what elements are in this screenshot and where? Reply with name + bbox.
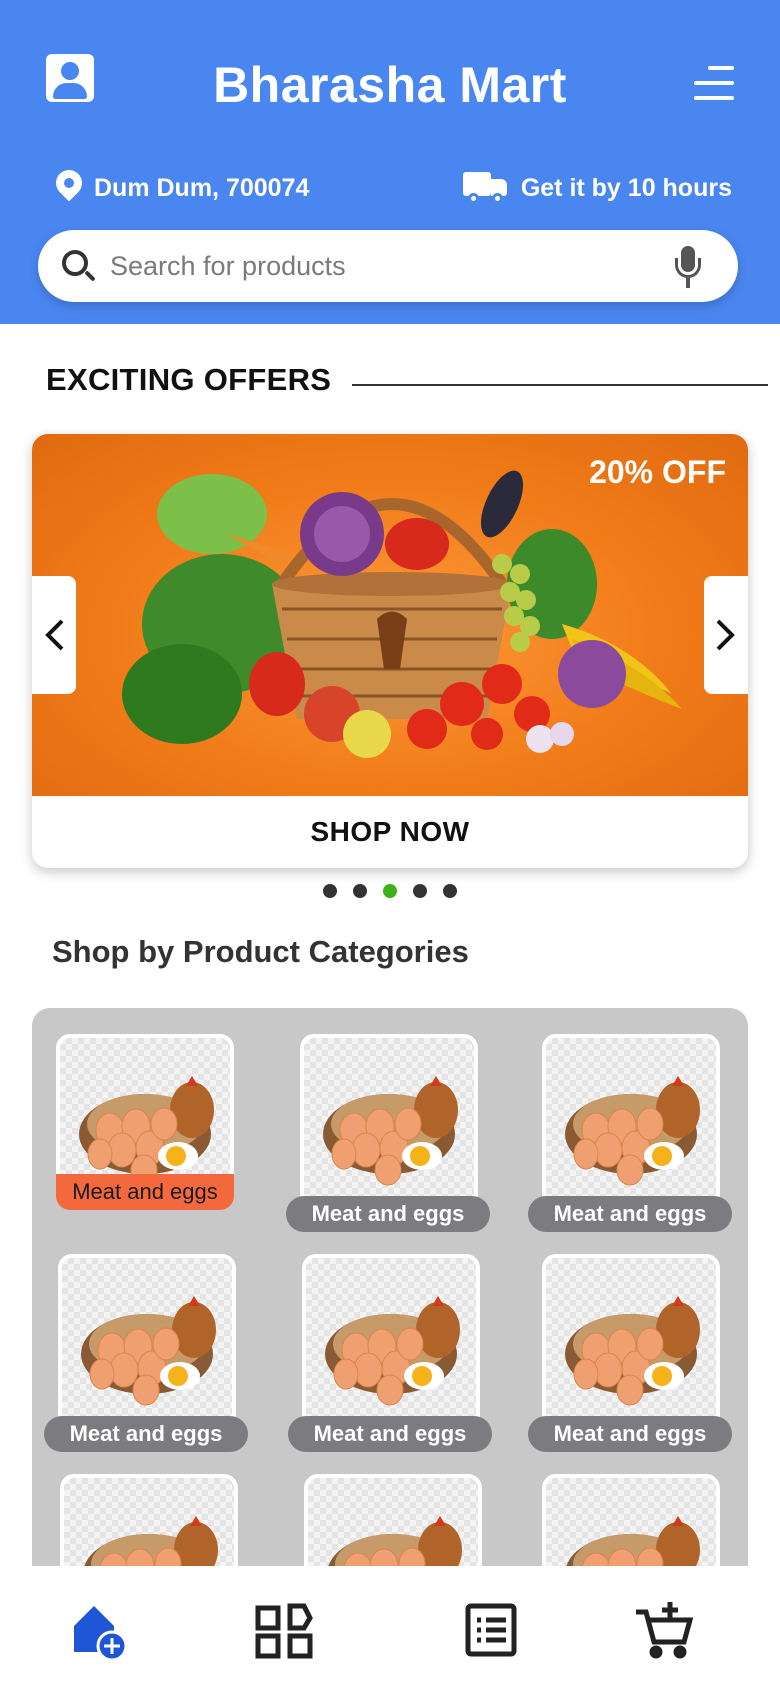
category-label: Meat and eggs	[56, 1174, 234, 1210]
location-pin-icon	[50, 164, 88, 206]
offers-heading: EXCITING OFFERS	[46, 362, 332, 397]
location-text: Dum Dum, 700074	[94, 173, 310, 202]
carousel-prev-button[interactable]	[32, 576, 76, 694]
category-image	[542, 1474, 720, 1568]
category-image	[542, 1254, 720, 1428]
category-image	[302, 1254, 480, 1428]
eggs-basket-icon	[565, 1516, 700, 1568]
orders-list-icon[interactable]	[462, 1600, 522, 1660]
category-tile[interactable]: Meat and eggs	[528, 1254, 732, 1452]
category-label: Meat and eggs	[528, 1416, 732, 1452]
category-tile[interactable]: Meat and eggs	[44, 1254, 248, 1452]
app-title: Bharasha Mart	[213, 57, 567, 113]
mic-icon[interactable]	[672, 246, 704, 290]
category-label: Meat and eggs	[286, 1196, 490, 1232]
delivery-eta: Get it by 10 hours	[462, 168, 732, 208]
category-image	[60, 1474, 238, 1568]
search-bar[interactable]	[38, 230, 738, 302]
delivery-text: Get it by 10 hours	[520, 173, 732, 202]
bottom-navigation	[0, 1566, 780, 1688]
eggs-basket-icon	[565, 1296, 700, 1406]
chevron-right-icon	[716, 619, 735, 651]
carousel-dot[interactable]	[413, 884, 427, 898]
eggs-basket-icon	[565, 1076, 700, 1186]
category-label: Meat and eggs	[288, 1416, 492, 1452]
category-tile[interactable]	[60, 1474, 238, 1568]
delivery-truck-icon	[462, 170, 509, 206]
chevron-left-icon	[45, 619, 64, 651]
category-image	[304, 1474, 482, 1568]
app-header: Bharasha Mart Dum Dum, 700074 Get it by …	[0, 0, 780, 324]
home-icon[interactable]	[68, 1600, 128, 1662]
carousel-dot[interactable]	[443, 884, 457, 898]
eggs-basket-icon	[325, 1296, 460, 1406]
categories-grid-icon[interactable]	[254, 1600, 314, 1660]
category-image	[58, 1254, 236, 1428]
carousel-next-button[interactable]	[704, 576, 748, 694]
category-tile[interactable]: Meat and eggs	[286, 1034, 490, 1232]
category-tile[interactable]: Meat and eggs	[528, 1034, 732, 1232]
carousel-dot-active[interactable]	[383, 884, 397, 898]
category-label: Meat and eggs	[44, 1416, 248, 1452]
eggs-basket-icon	[327, 1516, 462, 1568]
category-label: Meat and eggs	[528, 1196, 732, 1232]
eggs-basket-icon	[83, 1516, 218, 1568]
menu-icon[interactable]	[694, 66, 734, 102]
discount-badge: 20% OFF	[589, 454, 726, 490]
eggs-basket-icon	[81, 1296, 216, 1406]
shop-now-button[interactable]: SHOP NOW	[32, 796, 748, 868]
delivery-location[interactable]: Dum Dum, 700074	[50, 164, 310, 208]
category-tile[interactable]: Meat and eggs	[288, 1254, 492, 1452]
search-input[interactable]	[110, 244, 650, 288]
category-image	[300, 1034, 478, 1208]
category-grid: Meat and eggs Meat and eggs Meat and egg…	[32, 1008, 748, 1568]
offer-banner-card[interactable]: 20% OFF SHOP NOW	[32, 434, 748, 868]
eggs-basket-icon	[323, 1076, 458, 1186]
offer-banner-image[interactable]: 20% OFF	[32, 434, 748, 796]
category-tile[interactable]	[542, 1474, 720, 1568]
add-to-cart-icon[interactable]	[634, 1600, 694, 1660]
categories-heading: Shop by Product Categories	[52, 934, 469, 969]
search-icon[interactable]	[62, 250, 96, 284]
category-tile[interactable]: Meat and eggs	[56, 1034, 234, 1210]
offers-divider	[352, 384, 768, 386]
carousel-dots	[0, 884, 780, 900]
carousel-dot[interactable]	[353, 884, 367, 898]
category-tile[interactable]	[304, 1474, 482, 1568]
category-image	[542, 1034, 720, 1208]
carousel-dot[interactable]	[323, 884, 337, 898]
